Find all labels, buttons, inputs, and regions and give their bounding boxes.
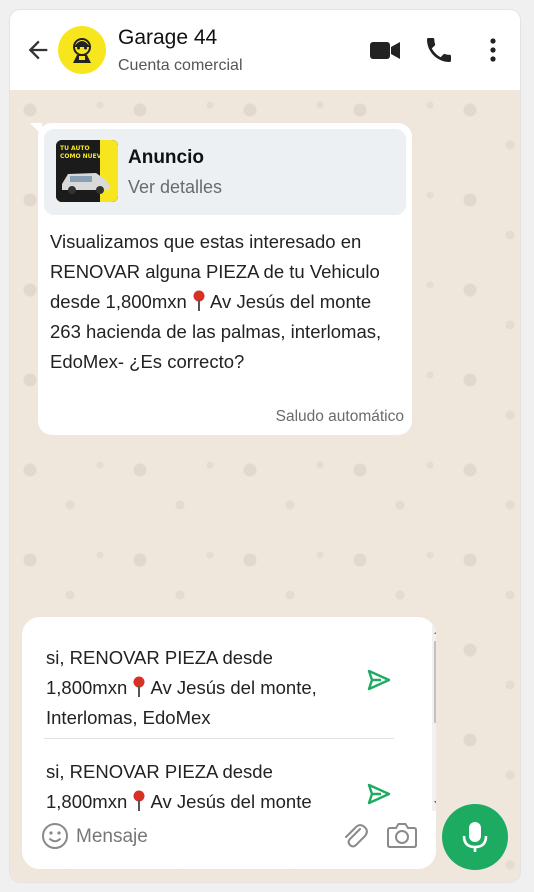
auto-greeting-label: Saludo automático <box>275 408 404 425</box>
ad-details-link[interactable]: Ver detalles <box>128 177 222 198</box>
ad-title: Anuncio <box>128 147 204 168</box>
send-icon[interactable] <box>366 667 392 693</box>
more-menu-icon[interactable] <box>476 34 510 66</box>
voice-message-button[interactable] <box>442 804 508 870</box>
scroll-down-arrow-icon[interactable] <box>434 801 436 806</box>
scrollbar-thumb[interactable] <box>434 641 436 723</box>
car-ad-image-icon: TU AUTO COMO NUEVO <box>56 140 118 202</box>
quick-reply-panel: si, RENOVAR PIEZA desde 1,800mxn Av Jesú… <box>22 617 436 869</box>
attach-clip-icon[interactable] <box>340 821 370 851</box>
ad-thumbnail: TU AUTO COMO NUEVO <box>56 140 118 202</box>
quick-reply-text: si, RENOVAR PIEZA desde 1,800mxn Av Jesú… <box>46 643 356 733</box>
chat-title[interactable]: Garage 44 <box>118 26 217 50</box>
round-pushpin-icon <box>133 790 145 811</box>
send-icon[interactable] <box>366 781 392 807</box>
chat-subtitle: Cuenta comercial <box>118 57 243 74</box>
ad-card[interactable]: TU AUTO COMO NUEVO Anuncio Ver detalles <box>44 129 406 215</box>
round-pushpin-icon <box>193 290 205 311</box>
phone-call-icon[interactable] <box>422 34 456 66</box>
message-input[interactable]: Mensaje <box>76 826 148 848</box>
quick-reply-item[interactable]: si, RENOVAR PIEZA desde 1,800mxn Av Jesú… <box>22 617 422 729</box>
svg-text:TU AUTO: TU AUTO <box>60 145 90 152</box>
video-call-icon[interactable] <box>368 34 402 66</box>
camera-icon[interactable] <box>385 819 419 851</box>
round-pushpin-icon <box>133 676 145 697</box>
scroll-up-arrow-icon[interactable] <box>434 629 436 634</box>
chat-header: Garage 44 Cuenta comercial <box>10 10 520 90</box>
message-text: Visualizamos que estas interesado en REN… <box>50 227 404 377</box>
scrollbar[interactable] <box>432 625 436 811</box>
incoming-message-bubble: TU AUTO COMO NUEVO Anuncio Ver detalles … <box>38 123 412 435</box>
quick-reply-text-part: Av Jesús del monte <box>146 791 312 812</box>
svg-text:COMO NUEVO: COMO NUEVO <box>60 153 106 160</box>
message-composer: Mensaje <box>22 811 436 869</box>
chat-window: Garage 44 Cuenta comercial TU AUTO COMO … <box>10 10 520 882</box>
microphone-icon <box>462 822 488 852</box>
avatar[interactable] <box>58 26 106 74</box>
garage-logo-icon <box>73 38 91 63</box>
emoji-icon[interactable] <box>40 821 70 851</box>
quick-reply-text: si, RENOVAR PIEZA desde 1,800mxn Av Jesú… <box>46 757 356 817</box>
back-arrow-icon[interactable] <box>24 36 52 64</box>
